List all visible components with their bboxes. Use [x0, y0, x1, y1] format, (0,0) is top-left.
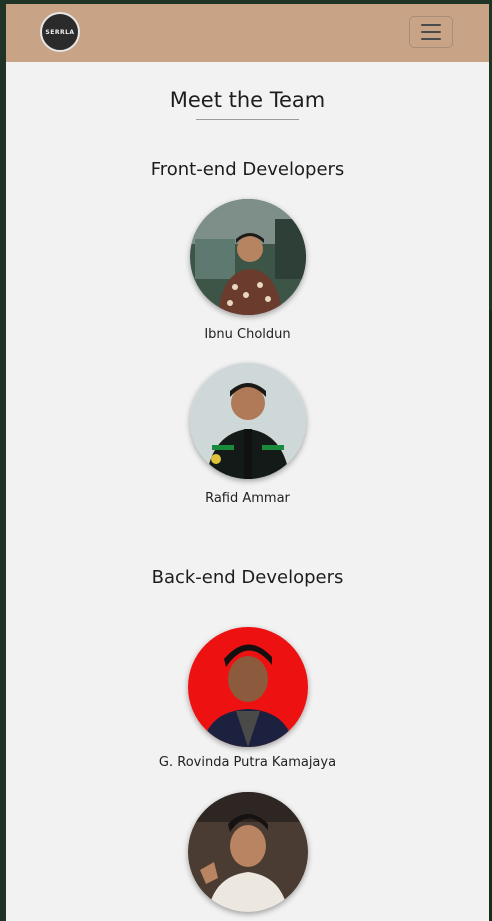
section-title-frontend: Front-end Developers [150, 159, 345, 180]
member-avatar-ibnu[interactable] [190, 199, 306, 315]
member-name: G. Rovinda Putra Kamajaya [158, 755, 337, 770]
brand-logo[interactable]: SERRLA [40, 12, 80, 52]
member-avatar-rovinda[interactable] [188, 627, 308, 747]
photo-rovinda [188, 627, 308, 747]
page-viewport: SERRLA Meet the Team Front-end Developer… [6, 4, 489, 921]
photo-ibnu [190, 199, 306, 315]
member-avatar-4[interactable] [188, 792, 308, 912]
hamburger-icon [421, 31, 441, 33]
hamburger-icon [421, 24, 441, 26]
menu-toggle-button[interactable] [409, 16, 453, 48]
photo-rafid [190, 363, 306, 479]
photo-member-4 [188, 792, 308, 912]
member-name: Rafid Ammar [205, 491, 290, 506]
hamburger-icon [421, 38, 441, 40]
member-name: Ibnu Choldun [204, 327, 291, 342]
logo-text: SERRLA [45, 28, 75, 36]
member-avatar-rafid[interactable] [190, 363, 306, 479]
navbar: SERRLA [6, 4, 489, 62]
section-title-backend: Back-end Developers [151, 567, 344, 588]
page-title: Meet the Team [169, 88, 326, 112]
title-underline [196, 119, 299, 120]
